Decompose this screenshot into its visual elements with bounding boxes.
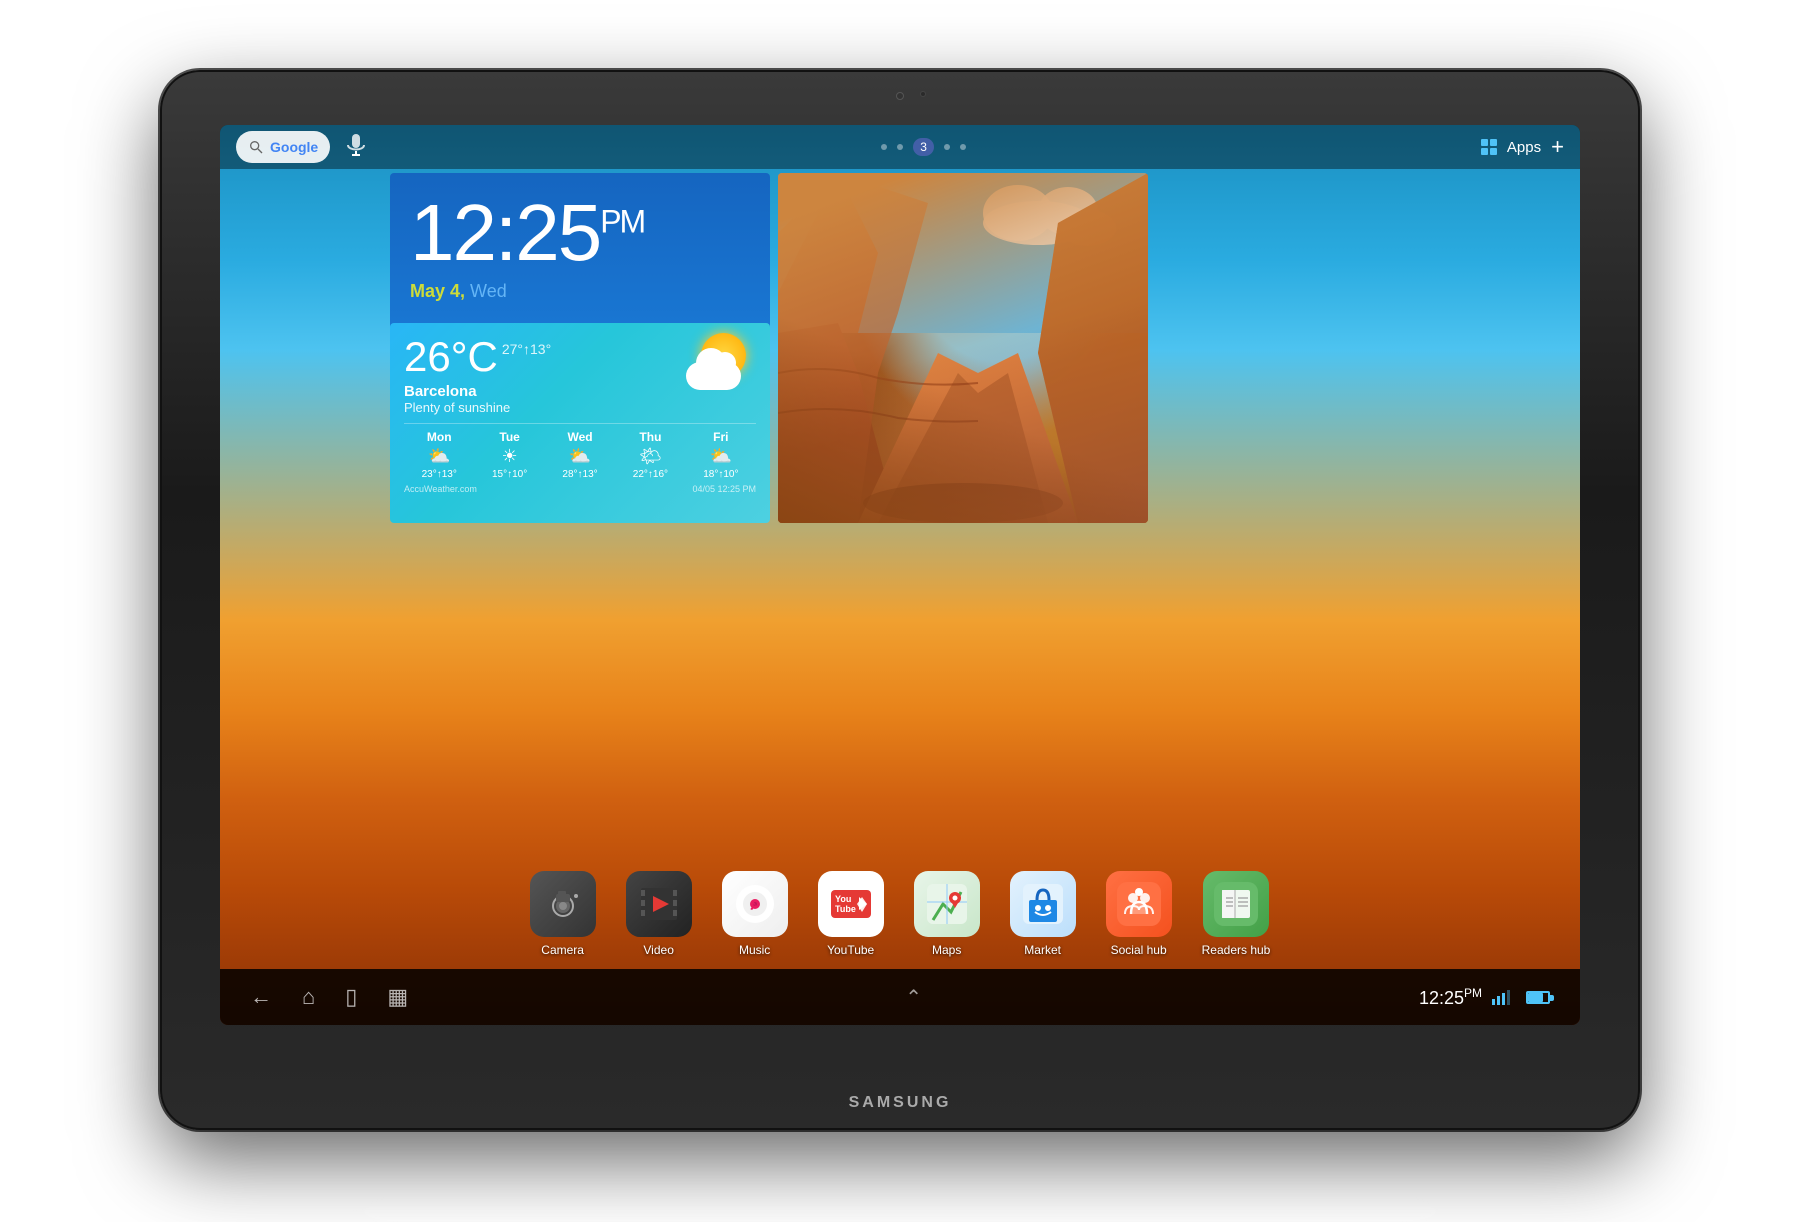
camera-app[interactable]: Camera bbox=[530, 871, 596, 957]
weather-widget: 26°C27°↑13° Barcelona Plenty of sunshine… bbox=[390, 323, 770, 523]
tablet-reflection bbox=[360, 1198, 1440, 1222]
nav-buttons: ← ⌂ ▯ ▦ bbox=[250, 984, 408, 1010]
weather-forecast: Mon ⛅ 23°↑13° Tue ☀ 15°↑10° Wed ⛅ 28°↑13… bbox=[404, 423, 756, 480]
apps-grid-icon bbox=[1481, 139, 1497, 155]
social-hub-app[interactable]: Social hub bbox=[1106, 871, 1172, 957]
music-app[interactable]: ♪ Music bbox=[722, 871, 788, 957]
photo-widget bbox=[778, 173, 1148, 523]
page-number: 3 bbox=[913, 138, 934, 156]
market-icon bbox=[1010, 871, 1076, 937]
forecast-thu: Thu 🌤 22°↑16° bbox=[615, 430, 685, 480]
social-hub-icon bbox=[1106, 871, 1172, 937]
youtube-icon: You Tube bbox=[818, 871, 884, 937]
clock-date: May 4, Wed bbox=[390, 273, 770, 310]
weather-icon bbox=[686, 328, 756, 398]
back-button[interactable]: ← bbox=[250, 984, 272, 1010]
google-label: Google bbox=[270, 139, 318, 155]
battery-icon bbox=[1526, 991, 1550, 1004]
weather-updated: 04/05 12:25 PM bbox=[692, 484, 756, 494]
weather-source: AccuWeather.com bbox=[404, 484, 477, 494]
youtube-label: YouTube bbox=[827, 943, 874, 957]
maps-label: Maps bbox=[932, 943, 961, 957]
forecast-tue: Tue ☀ 15°↑10° bbox=[474, 430, 544, 480]
svg-text:You: You bbox=[835, 894, 851, 904]
tablet-device: Google 3 bbox=[160, 70, 1640, 1130]
readers-hub-icon bbox=[1203, 871, 1269, 937]
weather-temp-block: 26°C27°↑13° Barcelona Plenty of sunshine bbox=[404, 333, 551, 415]
video-icon bbox=[626, 871, 692, 937]
maps-app[interactable]: Maps bbox=[914, 871, 980, 957]
video-label: Video bbox=[643, 943, 673, 957]
canyon-image bbox=[778, 173, 1148, 523]
weather-temperature: 26°C bbox=[404, 333, 498, 380]
readers-hub-label: Readers hub bbox=[1202, 943, 1271, 957]
status-bar: Google 3 bbox=[220, 125, 1580, 169]
music-icon: ♪ bbox=[722, 871, 788, 937]
svg-text:♪: ♪ bbox=[749, 897, 757, 914]
page-dot-2 bbox=[897, 144, 903, 150]
weather-range: 27°↑13° bbox=[502, 341, 551, 357]
nav-time: 12:25PM bbox=[1419, 986, 1482, 1009]
screenshot-button[interactable]: ▦ bbox=[387, 984, 408, 1010]
svg-text:Tube: Tube bbox=[835, 904, 856, 914]
screen: Google 3 bbox=[220, 125, 1580, 1025]
forecast-fri: Fri ⛅ 18°↑10° bbox=[686, 430, 756, 480]
forecast-wed: Wed ⛅ 28°↑13° bbox=[545, 430, 615, 480]
camera-icon bbox=[530, 871, 596, 937]
nav-status-icons: 12:25PM bbox=[1419, 986, 1550, 1009]
forecast-mon: Mon ⛅ 23°↑13° bbox=[404, 430, 474, 480]
market-app[interactable]: Market bbox=[1010, 871, 1076, 957]
status-left: Google bbox=[236, 131, 366, 163]
video-app[interactable]: Video bbox=[626, 871, 692, 957]
add-page-button[interactable]: + bbox=[1551, 134, 1564, 160]
weather-footer: AccuWeather.com 04/05 12:25 PM bbox=[404, 484, 756, 494]
maps-icon bbox=[914, 871, 980, 937]
social-hub-label: Social hub bbox=[1111, 943, 1167, 957]
brand-label: SAMSUNG bbox=[849, 1094, 952, 1112]
app-dock: Camera Video bbox=[220, 859, 1580, 969]
clock-time: 12:25PM bbox=[390, 173, 770, 273]
home-button[interactable]: ⌂ bbox=[302, 984, 315, 1010]
nav-up-chevron[interactable]: ⌃ bbox=[905, 985, 922, 1010]
battery-fill bbox=[1528, 993, 1543, 1002]
page-dot-1 bbox=[881, 144, 887, 150]
weather-top: 26°C27°↑13° Barcelona Plenty of sunshine bbox=[404, 333, 756, 415]
microphone-icon[interactable] bbox=[346, 133, 366, 162]
navigation-bar: ← ⌂ ▯ ▦ ⌃ 12:25PM bbox=[220, 969, 1580, 1025]
weather-city: Barcelona bbox=[404, 383, 551, 400]
readers-hub-app[interactable]: Readers hub bbox=[1202, 871, 1271, 957]
apps-label[interactable]: Apps bbox=[1507, 139, 1541, 156]
search-icon bbox=[248, 139, 264, 155]
front-speaker bbox=[920, 91, 926, 97]
page-indicators: 3 bbox=[881, 138, 966, 156]
page-dot-5 bbox=[960, 144, 966, 150]
signal-icon bbox=[1492, 989, 1512, 1005]
page-dot-4 bbox=[944, 144, 950, 150]
status-right: Apps + bbox=[1481, 134, 1564, 160]
music-label: Music bbox=[739, 943, 770, 957]
recents-button[interactable]: ▯ bbox=[345, 984, 357, 1010]
youtube-app[interactable]: You Tube YouTube bbox=[818, 871, 884, 957]
front-camera bbox=[896, 92, 904, 100]
google-search-bar[interactable]: Google bbox=[236, 131, 330, 163]
camera-label: Camera bbox=[541, 943, 584, 957]
market-label: Market bbox=[1024, 943, 1061, 957]
weather-description: Plenty of sunshine bbox=[404, 400, 551, 415]
